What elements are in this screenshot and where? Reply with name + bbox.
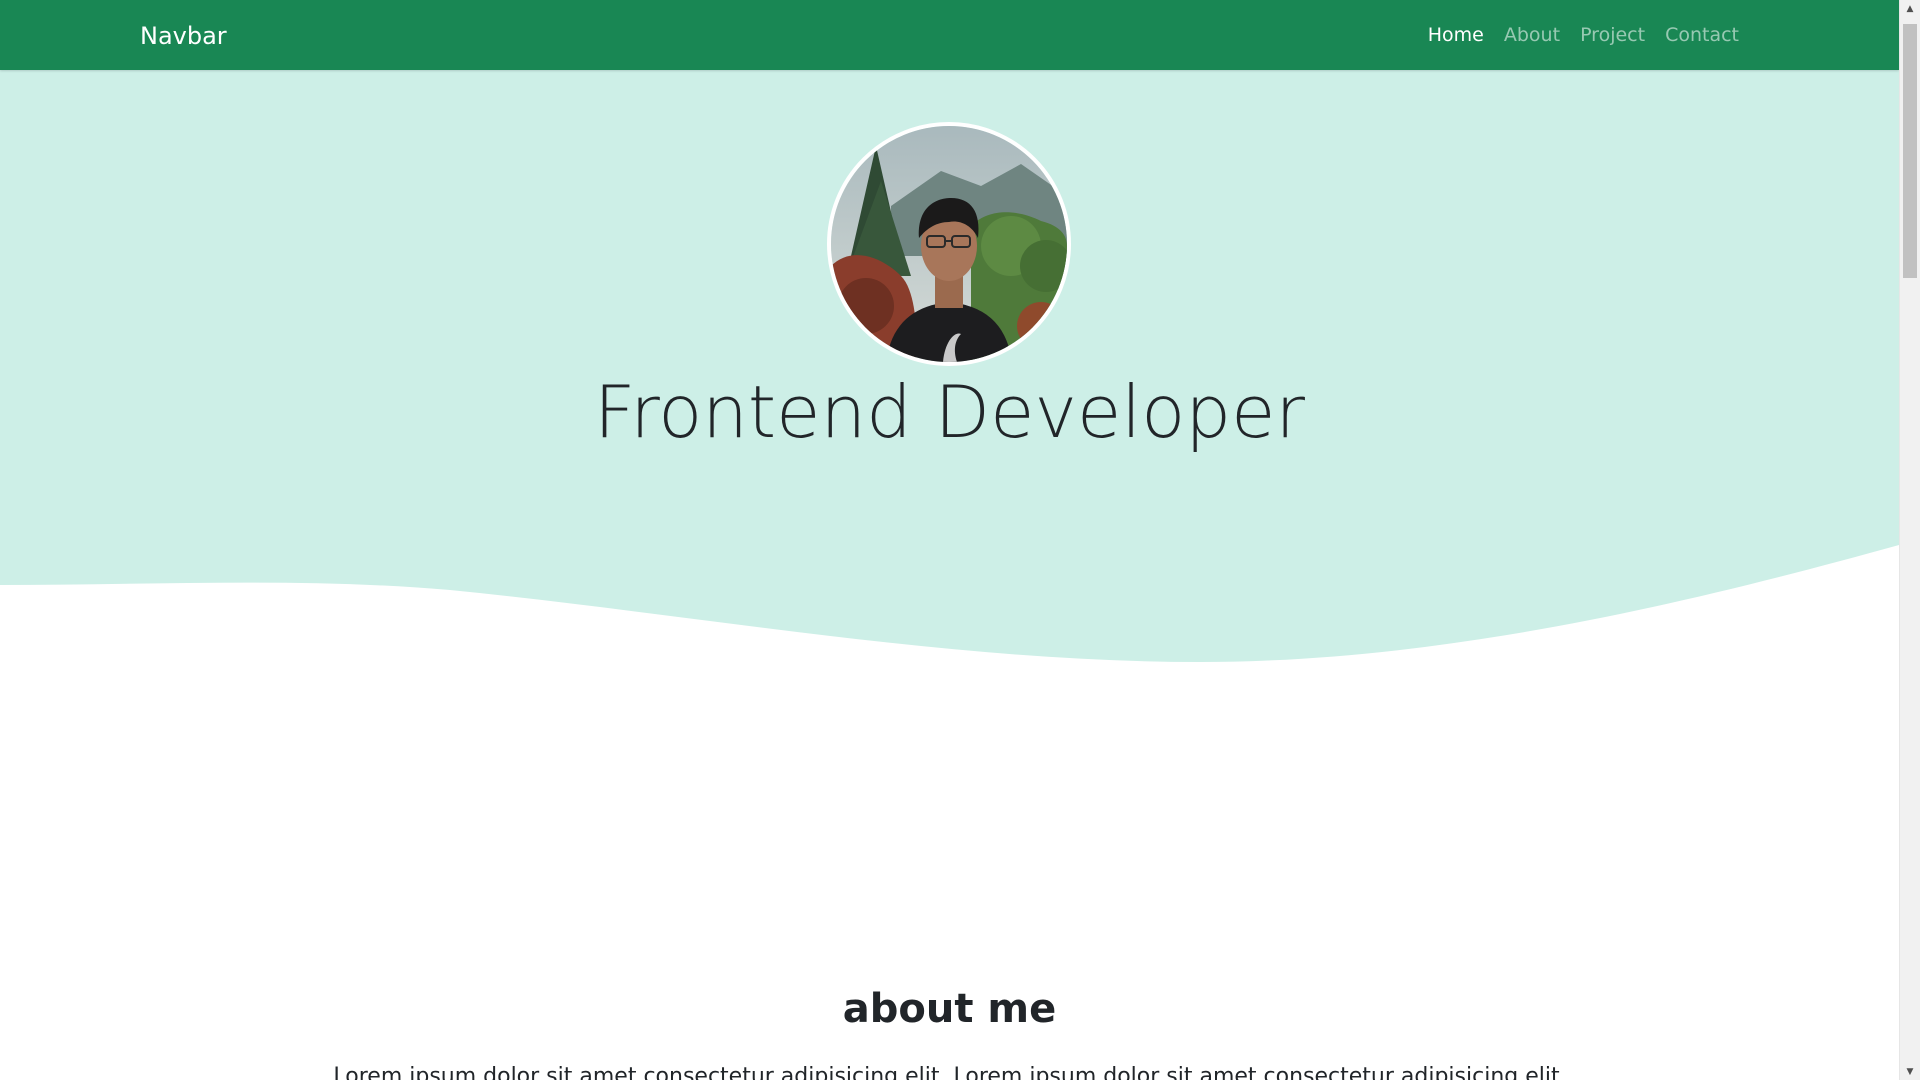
navbar: Navbar Home About Project Contact <box>0 0 1899 70</box>
nav-links: Home About Project Contact <box>1418 0 1749 70</box>
about-title: about me <box>842 986 1057 1032</box>
avatar <box>827 122 1071 366</box>
hero-section: Frontend Developer <box>0 70 1899 670</box>
scroll-up-arrow-icon[interactable]: ▲ <box>1900 0 1920 17</box>
navbar-brand[interactable]: Navbar <box>140 0 227 70</box>
page-viewport: Navbar Home About Project Contact Fronte… <box>0 0 1899 1080</box>
scroll-thumb[interactable] <box>1903 24 1917 278</box>
nav-link-about[interactable]: About <box>1494 0 1570 70</box>
profile-photo-icon <box>831 126 1067 362</box>
vertical-scrollbar[interactable]: ▲ ▼ <box>1899 0 1920 1080</box>
nav-link-home[interactable]: Home <box>1418 0 1494 70</box>
about-text: Lorem ipsum dolor sit amet consectetur a… <box>333 1064 1567 1080</box>
scroll-down-arrow-icon[interactable]: ▼ <box>1900 1063 1920 1080</box>
hero-title: Frontend Developer <box>594 370 1305 454</box>
nav-link-contact[interactable]: Contact <box>1655 0 1749 70</box>
nav-link-project[interactable]: Project <box>1570 0 1655 70</box>
